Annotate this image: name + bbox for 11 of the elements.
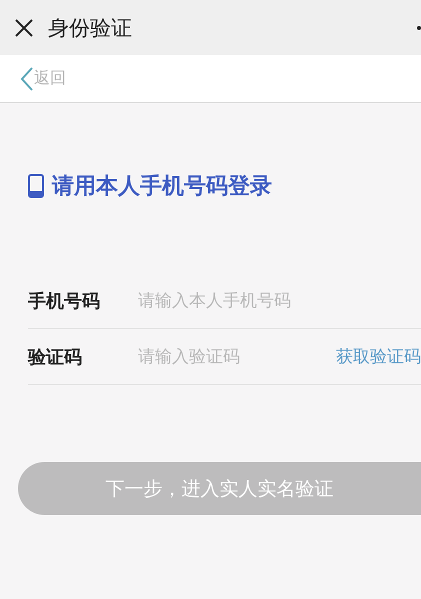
login-heading: 请用本人手机号码登录 bbox=[52, 173, 272, 201]
input-field[interactable]: 请输入本人手机号码 bbox=[138, 290, 421, 310]
get-code-link[interactable]: 获取验证码 bbox=[336, 345, 421, 368]
field-label: 手机号码 bbox=[28, 290, 101, 312]
close-icon[interactable] bbox=[14, 18, 34, 38]
back-link[interactable]: 返回 bbox=[34, 68, 66, 89]
back-icon[interactable] bbox=[20, 66, 34, 90]
field-label: 验证码 bbox=[28, 346, 83, 368]
input-field[interactable]: 请输入验证码 bbox=[138, 346, 336, 366]
phone-icon bbox=[28, 174, 44, 198]
window-title: 身份验证 bbox=[48, 14, 132, 42]
